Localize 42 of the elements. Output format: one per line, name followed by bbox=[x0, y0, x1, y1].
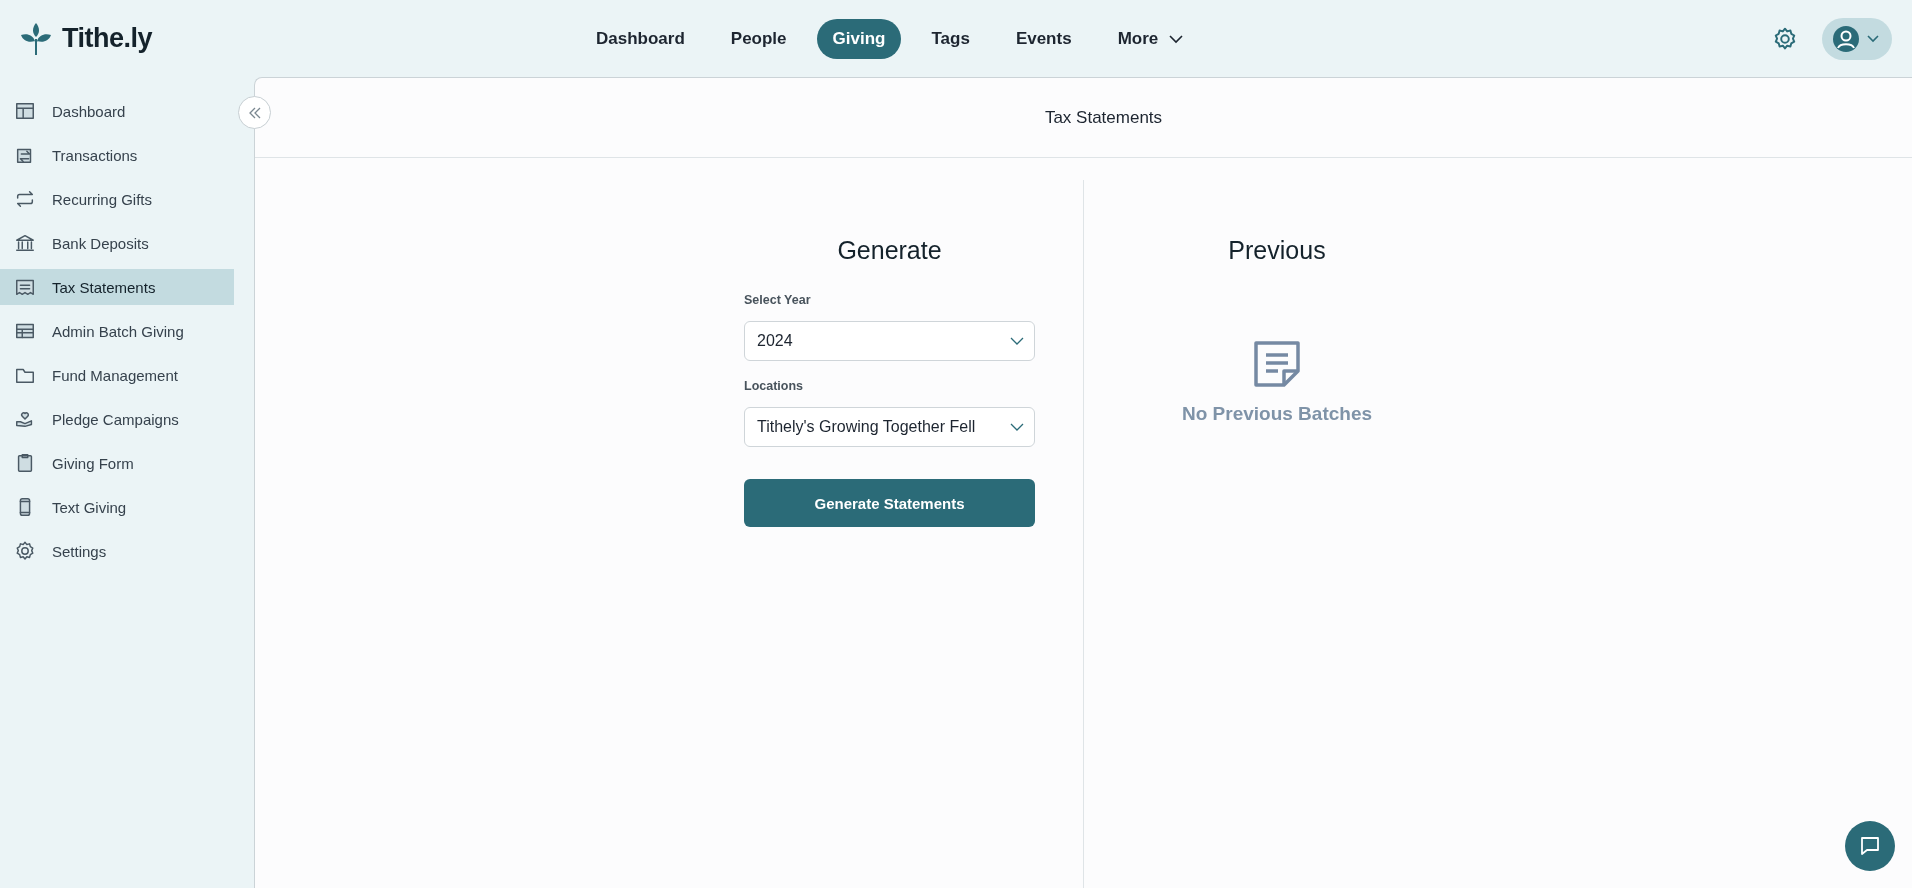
chevron-down-icon bbox=[1168, 33, 1185, 44]
sidebar-item[interactable]: Transactions bbox=[0, 137, 234, 173]
page-title: Tax Statements bbox=[255, 78, 1912, 158]
nav-tab[interactable]: Tags bbox=[915, 18, 986, 59]
document-icon bbox=[1252, 339, 1302, 389]
sidebar-item[interactable]: Admin Batch Giving bbox=[0, 313, 234, 349]
nav-tab[interactable]: More bbox=[1101, 18, 1201, 59]
avatar-icon bbox=[1833, 25, 1859, 52]
dropdown-field[interactable]: 2024 bbox=[744, 321, 1035, 361]
sidebar-item[interactable]: Settings bbox=[0, 533, 234, 569]
leaf-logo-icon bbox=[20, 21, 52, 56]
nav-tab[interactable]: People bbox=[714, 18, 803, 59]
generate-button[interactable]: Generate Statements bbox=[744, 479, 1035, 527]
nav-tab[interactable]: Events bbox=[999, 18, 1088, 59]
section-heading: Previous bbox=[1228, 236, 1326, 265]
field-label: Select Year bbox=[744, 293, 812, 307]
bank-icon bbox=[14, 232, 36, 254]
section-heading: Generate bbox=[836, 236, 943, 265]
sidebar-item[interactable]: Tax Statements bbox=[0, 269, 234, 305]
nav-tab[interactable]: Giving bbox=[816, 18, 902, 59]
sidebar-item[interactable]: Pledge Campaigns bbox=[0, 401, 234, 437]
sidebar-item[interactable]: Bank Deposits bbox=[0, 225, 234, 261]
user-menu-button[interactable] bbox=[1822, 17, 1892, 60]
sidebar-item[interactable]: Recurring Gifts bbox=[0, 181, 234, 217]
sidebar-item[interactable]: Text Giving bbox=[0, 489, 234, 525]
chevron-down-icon bbox=[1010, 337, 1024, 345]
settings-icon bbox=[14, 540, 36, 562]
chevron-down-icon bbox=[1866, 33, 1880, 44]
dropdown-field[interactable]: Tithely's Growing Together Fell bbox=[744, 407, 1035, 447]
sidebar-item[interactable]: Dashboard bbox=[0, 93, 234, 129]
sidebar-item[interactable]: Giving Form bbox=[0, 445, 234, 481]
logo-text: Tithe.ly bbox=[62, 23, 153, 54]
double-chevron-left-icon bbox=[247, 106, 262, 119]
layout-icon bbox=[14, 100, 36, 122]
sidebar-item[interactable]: Fund Management bbox=[0, 357, 234, 393]
field-label: Locations bbox=[744, 379, 805, 393]
nav-tab[interactable]: Dashboard bbox=[580, 18, 701, 59]
settings-icon[interactable] bbox=[1772, 25, 1798, 52]
chevron-down-icon bbox=[1010, 423, 1024, 431]
repeat-icon bbox=[14, 188, 36, 210]
speech-bubble-icon bbox=[1859, 835, 1881, 857]
empty-state-text: No Previous Batches bbox=[1181, 403, 1373, 425]
